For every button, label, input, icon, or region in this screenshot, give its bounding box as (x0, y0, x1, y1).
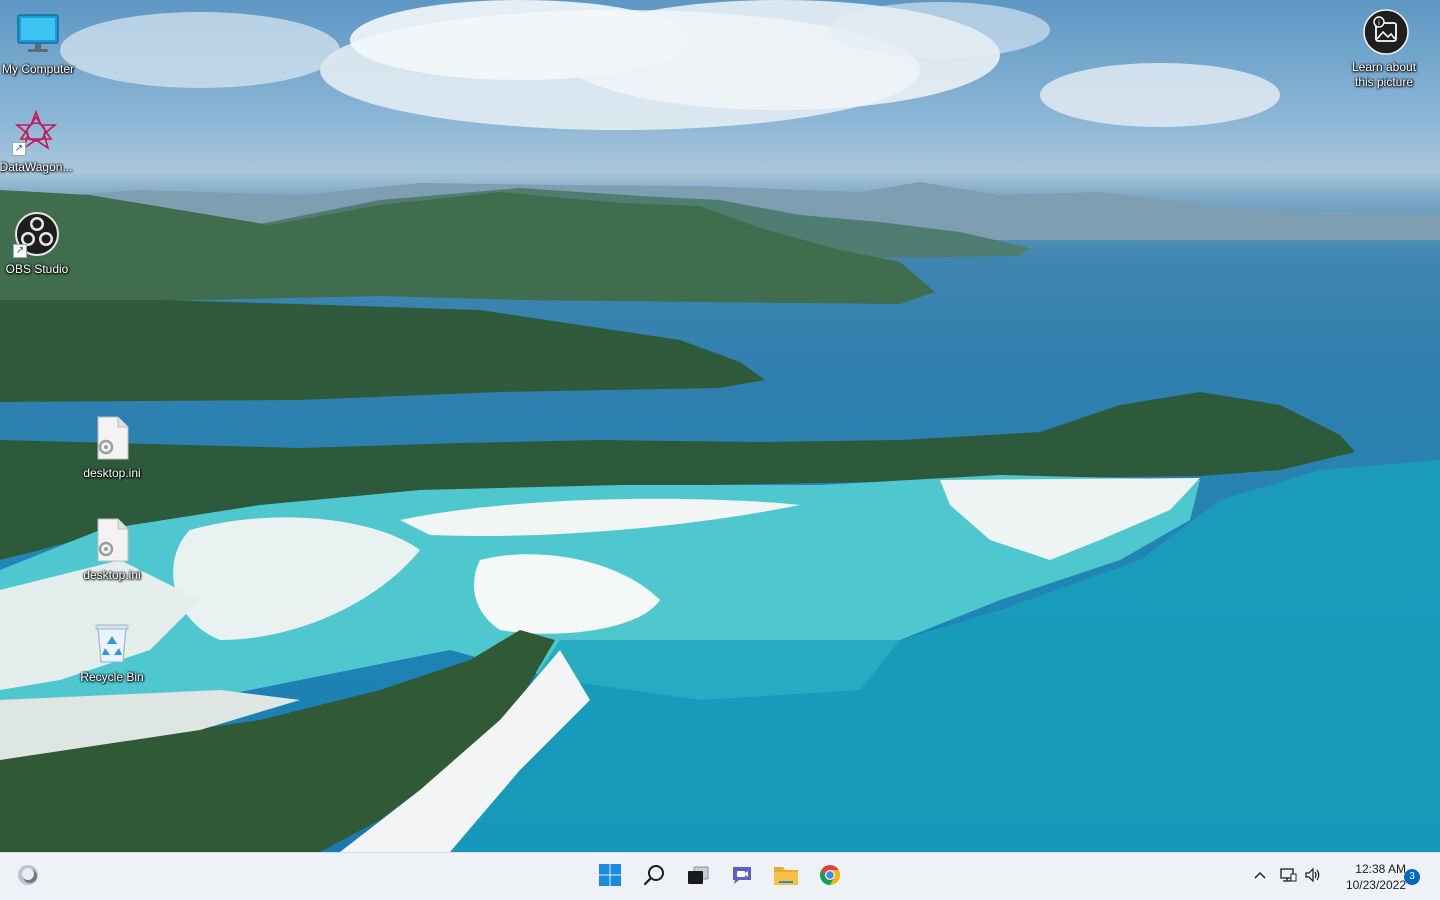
learn-about-picture-button[interactable]: i Learn about this picture (1348, 8, 1424, 90)
chat-button[interactable] (722, 857, 762, 897)
clock-date: 10/23/2022 (1345, 878, 1406, 892)
search-button[interactable] (634, 857, 674, 897)
desktop-icon-desktop-ini-2[interactable]: desktop.ini (74, 516, 150, 583)
desktop-icon-obs-studio[interactable]: ↗ OBS Studio (0, 210, 75, 277)
desktop-icon-label: My Computer (1, 62, 75, 76)
monitor-icon (14, 10, 62, 58)
clock-time: 12:38 AM (1355, 862, 1406, 876)
task-view-icon (686, 863, 710, 891)
weather-widget-icon (16, 863, 40, 891)
search-icon (642, 863, 666, 891)
clock-button[interactable]: 12:38 AM 10/23/2022 (1330, 861, 1406, 893)
tray-overflow-button[interactable] (1248, 865, 1272, 889)
desktop-icon-label: DataWagon... (0, 160, 73, 174)
windows-start-icon (598, 863, 622, 891)
chrome-icon (818, 863, 842, 891)
desktop-icon-label: desktop.ini (83, 466, 141, 480)
weather-widget-button[interactable] (8, 857, 48, 897)
recycle-bin-icon (88, 618, 136, 666)
file-explorer-button[interactable] (766, 857, 806, 897)
desktop-icon-desktop-ini-1[interactable]: desktop.ini (74, 414, 150, 481)
shortcut-arrow-icon: ↗ (13, 244, 27, 258)
datawagon-icon: ↗ (12, 108, 60, 156)
picture-info-icon: i (1362, 8, 1410, 56)
desktop-wallpaper (0, 0, 1440, 852)
desktop-icon-label: OBS Studio (5, 262, 69, 276)
notification-badge[interactable]: 3 (1404, 869, 1420, 885)
desktop-icon-label: Recycle Bin (80, 670, 144, 684)
volume-icon (1304, 866, 1322, 888)
settings-file-icon (88, 516, 136, 564)
svg-text:i: i (1378, 19, 1380, 27)
taskbar: 12:38 AM 10/23/2022 3 (0, 852, 1440, 900)
desktop-icon-label: desktop.ini (83, 568, 141, 582)
chrome-button[interactable] (810, 857, 850, 897)
shortcut-arrow-icon: ↗ (12, 142, 26, 156)
task-view-button[interactable] (678, 857, 718, 897)
desktop-icon-recycle-bin[interactable]: Recycle Bin (74, 618, 150, 685)
volume-button[interactable] (1301, 865, 1325, 889)
chevron-up-icon (1253, 868, 1267, 887)
desktop-icon-datawagon[interactable]: ↗ DataWagon... (0, 108, 74, 175)
obs-icon: ↗ (13, 210, 61, 258)
network-button[interactable] (1276, 865, 1300, 889)
desktop-icon-my-computer[interactable]: My Computer (0, 10, 76, 77)
desktop-icon-label: Learn about this picture (1351, 60, 1417, 89)
start-button[interactable] (590, 857, 630, 897)
settings-file-icon (88, 414, 136, 462)
chat-icon (730, 863, 754, 891)
network-icon (1279, 866, 1297, 888)
folder-icon (773, 863, 799, 891)
